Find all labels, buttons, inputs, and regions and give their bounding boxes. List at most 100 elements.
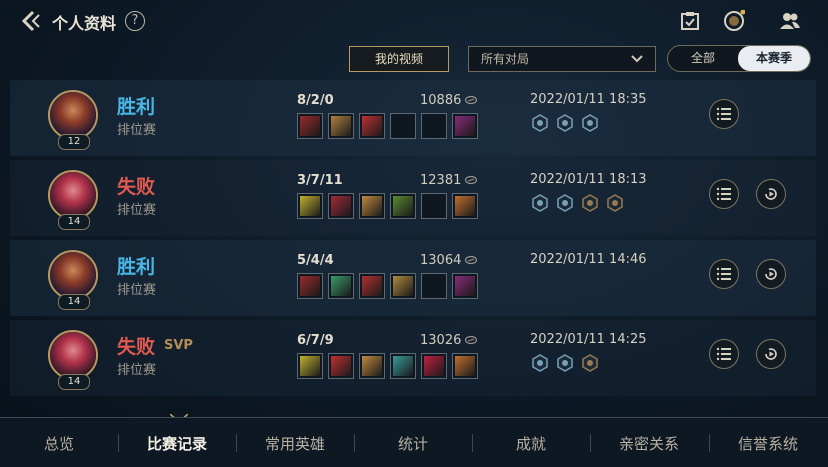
list-icon — [716, 107, 731, 121]
match-row[interactable]: 14 失败 SVP 排位赛 6/7/9 13026 2022/01/11 14:25 — [10, 320, 816, 396]
match-result: 胜利 — [117, 96, 156, 118]
achievement-badge-icon — [532, 354, 548, 372]
nav-divider — [118, 434, 119, 452]
match-result: 失败 — [117, 176, 156, 198]
match-row[interactable]: 12 胜利 排位赛 8/2/0 10886 2022/01/11 18:35 — [10, 80, 816, 156]
match-details-button[interactable] — [709, 179, 739, 209]
match-type-select[interactable]: 所有对局 — [468, 46, 656, 72]
header-bar: 个人资料 ? — [0, 0, 828, 42]
match-datetime: 2022/01/11 18:35 — [530, 92, 647, 107]
kda-stat: 5/4/4 — [297, 253, 334, 268]
nav-divider — [709, 434, 710, 452]
match-row[interactable]: 14 胜利排位赛 5/4/4 13064 2022/01/11 14:46 — [10, 240, 816, 316]
achievement-badge-icon — [557, 114, 573, 132]
achievement-badge-icon — [557, 194, 573, 212]
match-datetime: 2022/01/11 18:13 — [530, 172, 647, 187]
match-details-button[interactable] — [709, 99, 739, 129]
nav-tab[interactable]: 信誉系统 — [709, 433, 827, 454]
nav-divider — [472, 434, 473, 452]
equipment-slot — [390, 273, 416, 299]
achievement-badge-icon — [532, 114, 548, 132]
hero-level-badge: 14 — [58, 214, 90, 230]
list-icon — [716, 187, 731, 201]
equipment-slot — [390, 113, 416, 139]
season-toggle: 全部 本赛季 — [667, 45, 811, 72]
match-mode: 排位赛 — [117, 123, 157, 138]
segment-all[interactable]: 全部 — [668, 46, 738, 71]
equipment-slot — [452, 273, 478, 299]
achievement-badge-icon — [582, 114, 598, 132]
replay-button[interactable] — [756, 339, 786, 369]
equipment-slot — [328, 113, 354, 139]
nav-tab[interactable]: 总览 — [0, 433, 118, 454]
kda-stat: 8/2/0 — [297, 93, 334, 108]
nav-tab[interactable]: 常用英雄 — [236, 433, 354, 454]
replay-icon — [765, 268, 777, 280]
achievement-badge-icon — [582, 194, 598, 212]
match-datetime: 2022/01/11 14:46 — [530, 252, 647, 267]
coin-icon — [465, 176, 477, 184]
equipment-slot — [421, 193, 447, 219]
equipment-slot — [421, 353, 447, 379]
replay-icon — [765, 188, 777, 200]
equipment-slot — [390, 193, 416, 219]
equipment-slot — [452, 113, 478, 139]
equipment-slot — [359, 193, 385, 219]
equipment-slot — [297, 353, 323, 379]
match-datetime: 2022/01/11 14:25 — [530, 332, 647, 347]
kda-stat: 3/7/11 — [297, 173, 343, 188]
chevron-down-icon — [631, 55, 643, 63]
hero-avatar — [48, 170, 98, 220]
nav-tab[interactable]: 成就 — [472, 433, 590, 454]
hero-avatar — [48, 90, 98, 140]
equipment-slot — [359, 353, 385, 379]
friends-icon[interactable] — [779, 10, 801, 32]
svp-badge: SVP — [164, 338, 193, 353]
achievement-badge-icon — [557, 354, 573, 372]
medal-icon[interactable] — [723, 10, 745, 32]
match-result: 失败 — [117, 336, 156, 358]
match-details-button[interactable] — [709, 339, 739, 369]
equipment-slot — [359, 113, 385, 139]
equipment-slot — [328, 273, 354, 299]
back-icon[interactable] — [20, 10, 44, 32]
coin-icon — [465, 96, 477, 104]
coin-icon — [465, 336, 477, 344]
match-type-value: 所有对局 — [481, 52, 530, 66]
replay-button[interactable] — [756, 259, 786, 289]
match-result: 胜利 — [117, 256, 156, 278]
equipment-slot — [452, 353, 478, 379]
equipment-slot — [452, 193, 478, 219]
equipment-slot — [328, 193, 354, 219]
nav-tab[interactable]: 统计 — [354, 433, 472, 454]
nav-divider — [354, 434, 355, 452]
nav-divider — [236, 434, 237, 452]
nav-tab[interactable]: 亲密关系 — [590, 433, 708, 454]
hero-avatar — [48, 330, 98, 380]
equipment-slot — [297, 273, 323, 299]
my-videos-button[interactable]: 我的视频 — [349, 46, 449, 72]
match-mode: 排位赛 — [117, 363, 157, 378]
equipment-slot — [390, 353, 416, 379]
hero-level-badge: 14 — [58, 294, 90, 310]
equipment-slot — [297, 193, 323, 219]
match-row[interactable]: 14 失败 排位赛 3/7/11 12381 2022/01/11 18:13 — [10, 160, 816, 236]
match-score: 13026 — [420, 333, 462, 348]
equipment-slot — [421, 273, 447, 299]
achievement-badge-icon — [582, 354, 598, 372]
equipment-slot — [421, 113, 447, 139]
match-details-button[interactable] — [709, 259, 739, 289]
nav-tab[interactable]: 比赛记录 — [118, 433, 236, 454]
task-check-icon[interactable] — [679, 10, 701, 32]
match-score: 12381 — [420, 173, 462, 188]
match-mode: 排位赛 — [117, 283, 157, 298]
replay-button[interactable] — [756, 179, 786, 209]
nav-divider — [590, 434, 591, 452]
replay-icon — [765, 348, 777, 360]
list-icon — [716, 267, 731, 281]
help-icon[interactable]: ? — [125, 11, 145, 31]
achievement-badge-icon — [532, 194, 548, 212]
segment-season[interactable]: 本赛季 — [738, 46, 810, 71]
coin-icon — [465, 256, 477, 264]
match-score: 13064 — [420, 253, 462, 268]
